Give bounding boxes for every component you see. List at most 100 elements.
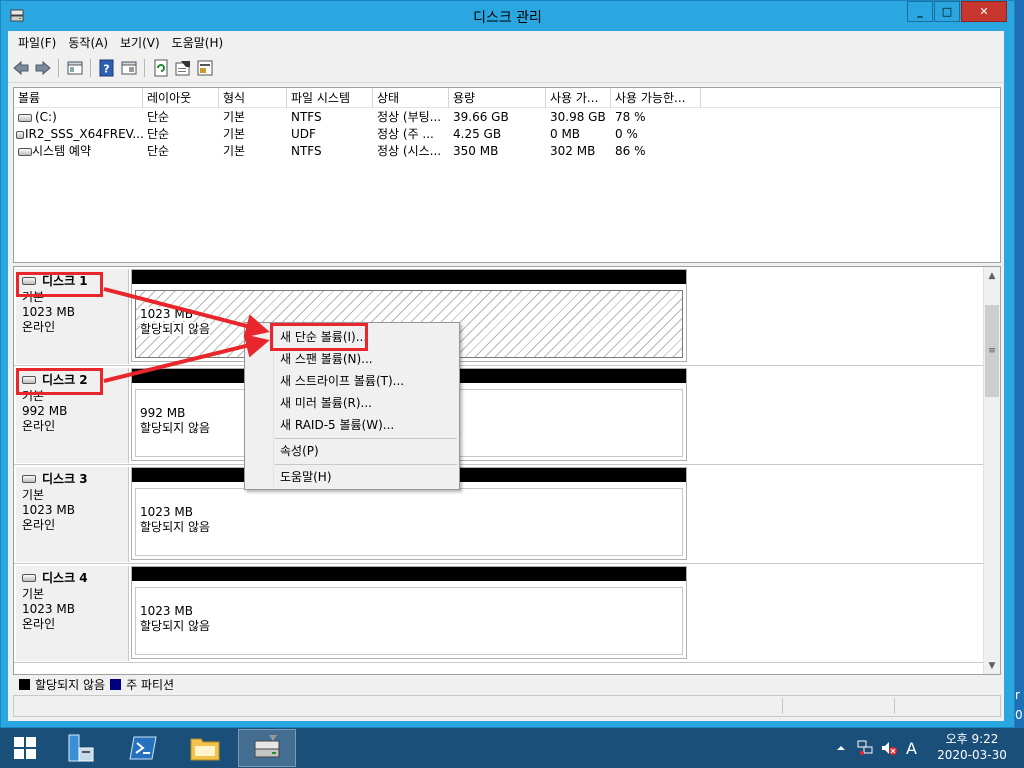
taskbar-file-explorer[interactable] <box>176 729 234 767</box>
volume-capacity-cell: 4.25 GB <box>453 127 502 141</box>
toolbar-separator <box>58 59 59 77</box>
partition-size: 1023 MB <box>140 307 193 321</box>
taskbar: A 오후 9:22 2020-03-30 <box>0 728 1024 768</box>
properties-icon[interactable] <box>174 59 192 77</box>
partition-size: 1023 MB <box>140 604 193 618</box>
menu-item-new-mirrored-volume[interactable]: 새 미러 볼륨(R)... <box>248 392 456 414</box>
column-header-filesystem[interactable]: 파일 시스템 <box>287 88 373 108</box>
volume-filesystem-cell: UDF <box>291 127 316 141</box>
desktop-text-fragment: 0 <box>1015 708 1023 722</box>
status-bar <box>13 695 1001 717</box>
volume-row[interactable]: (C:) 단순 기본 NTFS 정상 (부팅... 39.66 GB 30.98… <box>14 109 1000 126</box>
partition-bar <box>132 270 686 284</box>
column-header-type[interactable]: 형식 <box>219 88 287 108</box>
close-button[interactable]: ✕ <box>961 1 1007 22</box>
clock-date: 2020-03-30 <box>937 748 1007 762</box>
help-icon[interactable]: ? <box>98 59 116 77</box>
partition-size: 992 MB <box>140 406 186 420</box>
volume-row[interactable]: 시스템 예약 단순 기본 NTFS 정상 (시스... 350 MB 302 M… <box>14 143 1000 160</box>
annotation-highlight-new-simple-volume <box>270 323 368 351</box>
disk-status: 온라인 <box>22 518 56 532</box>
volume-capacity-cell: 350 MB <box>453 144 499 158</box>
status-divider <box>782 698 783 714</box>
column-header-status[interactable]: 상태 <box>373 88 449 108</box>
disk-management-window: 디스크 관리 _ □ ✕ 파일(F) 동작(A) 보기(V) 도움말(H) ? <box>0 0 1015 728</box>
partition-status: 할당되지 않음 <box>140 520 211 534</box>
disk-row: 디스크 1 기본 1023 MB 온라인 1023 MB 할당되지 않음 <box>14 267 984 366</box>
column-header-capacity[interactable]: 용량 <box>449 88 546 108</box>
partition-body: 1023 MB 할당되지 않음 <box>135 488 683 556</box>
disk-info-panel[interactable]: 디스크 4 기본 1023 MB 온라인 <box>16 566 129 661</box>
column-header-percent-free[interactable]: 사용 가능한... <box>611 88 701 108</box>
unallocated-partition[interactable]: 1023 MB 할당되지 않음 <box>131 566 687 659</box>
menu-item-new-striped-volume[interactable]: 새 스트라이프 볼륨(T)... <box>248 370 456 392</box>
disk-size: 1023 MB <box>22 602 75 616</box>
menu-view[interactable]: 보기(V) <box>114 34 166 51</box>
maximize-button[interactable]: □ <box>934 1 960 22</box>
dvd-drive-icon <box>16 130 24 139</box>
legend: 할당되지 않음 주 파티션 <box>13 675 1001 693</box>
disk-size: 1023 MB <box>22 503 75 517</box>
chevron-up-icon <box>837 746 845 750</box>
disk-type: 기본 <box>22 587 45 601</box>
show-hidden-icons-button[interactable] <box>836 728 846 768</box>
volume-tray-button[interactable] <box>880 728 898 768</box>
disk-list-scrollbar[interactable]: ▲ ≡ ▼ <box>983 267 1000 674</box>
drive-icon <box>18 147 32 156</box>
taskbar-disk-management[interactable] <box>238 729 296 767</box>
partition-bar <box>132 567 686 581</box>
volume-row[interactable]: IR2_SSS_X64FREV... 단순 기본 UDF 정상 (주 ... 4… <box>14 126 1000 143</box>
network-icon <box>857 740 873 755</box>
taskbar-powershell[interactable] <box>114 729 172 767</box>
folder-icon <box>190 738 220 761</box>
taskbar-clock[interactable]: 오후 9:22 2020-03-30 <box>930 731 1014 763</box>
volume-percent-cell: 0 % <box>615 127 638 141</box>
menu-action[interactable]: 동작(A) <box>62 34 114 51</box>
annotation-highlight-disk-1 <box>16 272 103 297</box>
back-icon[interactable] <box>12 59 30 77</box>
forward-icon[interactable] <box>34 59 52 77</box>
input-indicator[interactable]: A <box>906 728 917 768</box>
disk-size: 1023 MB <box>22 305 75 319</box>
annotation-highlight-disk-2 <box>16 368 103 395</box>
partition-size: 1023 MB <box>140 505 193 519</box>
menu-help[interactable]: 도움말(H) <box>166 34 230 51</box>
scroll-up-arrow-icon[interactable]: ▲ <box>984 267 1000 284</box>
column-header-free-space[interactable]: 사용 가... <box>546 88 611 108</box>
column-header-volume[interactable]: 볼륨 <box>14 88 143 108</box>
scroll-thumb[interactable]: ≡ <box>985 305 999 397</box>
volume-status-cell: 정상 (주 ... <box>377 127 434 141</box>
disk-info-panel[interactable]: 디스크 3 기본 1023 MB 온라인 <box>16 467 129 562</box>
svg-text:?: ? <box>103 63 109 76</box>
disk-list: 디스크 1 기본 1023 MB 온라인 1023 MB 할당되지 않음 디스크… <box>13 266 1001 675</box>
powershell-icon <box>129 736 157 760</box>
partition-status: 할당되지 않음 <box>140 421 211 435</box>
menu-item-properties[interactable]: 속성(P) <box>248 440 456 462</box>
volume-name-cell: IR2_SSS_X64FREV... <box>14 126 143 143</box>
network-tray-button[interactable] <box>856 728 874 768</box>
partition-body: 1023 MB 할당되지 않음 <box>135 587 683 655</box>
minimize-button[interactable]: _ <box>907 1 933 22</box>
scroll-down-arrow-icon[interactable]: ▼ <box>984 657 1000 674</box>
partition-status: 할당되지 않음 <box>140 322 211 336</box>
menu-item-new-spanned-volume[interactable]: 새 스팬 볼륨(N)... <box>248 348 456 370</box>
export-icon[interactable] <box>196 59 214 77</box>
menu-file[interactable]: 파일(F) <box>12 34 62 51</box>
disk-row: 디스크 4 기본 1023 MB 온라인 1023 MB 할당되지 않음 <box>14 564 984 663</box>
status-divider <box>894 698 895 714</box>
title-bar[interactable]: 디스크 관리 _ □ ✕ <box>1 1 1014 31</box>
column-header-layout[interactable]: 레이아웃 <box>143 88 219 108</box>
console-tree-icon[interactable] <box>66 59 84 77</box>
legend-swatch-unallocated <box>19 678 30 690</box>
menu-item-help[interactable]: 도움말(H) <box>248 466 456 488</box>
refresh-icon[interactable] <box>152 59 170 77</box>
menu-item-new-raid5-volume[interactable]: 새 RAID-5 볼륨(W)... <box>248 414 456 436</box>
disk-name: 디스크 4 <box>22 570 122 586</box>
clock-time: 오후 9:22 <box>945 732 999 746</box>
disk-row: 디스크 3 기본 1023 MB 온라인 1023 MB 할당되지 않음 <box>14 465 984 564</box>
disk-name: 디스크 3 <box>22 471 122 487</box>
help-topics-icon[interactable] <box>120 59 138 77</box>
windows-logo-icon <box>14 737 36 759</box>
start-button[interactable] <box>0 729 50 767</box>
taskbar-server-manager[interactable] <box>52 729 110 767</box>
